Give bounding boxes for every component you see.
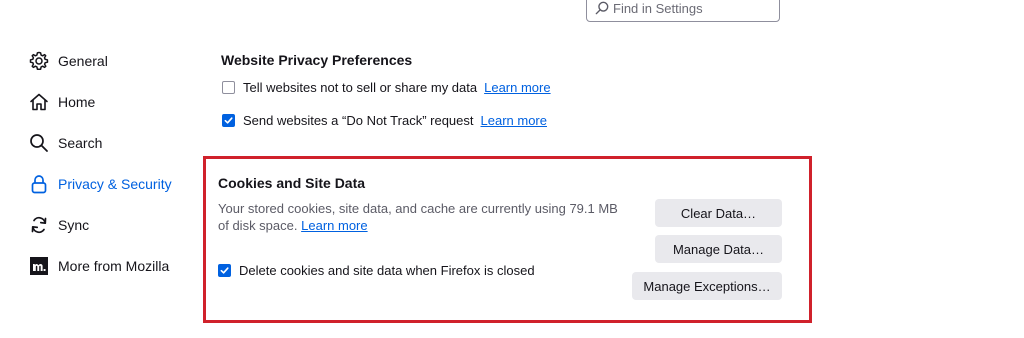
sidebar-nav: General Home Search Privacy & Security S…	[28, 49, 208, 295]
manage-data-button[interactable]: Manage Data…	[655, 235, 782, 263]
do-not-sell-label[interactable]: Tell websites not to sell or share my da…	[243, 80, 477, 95]
sidebar-item-label: Sync	[58, 217, 90, 233]
sync-icon	[28, 214, 50, 236]
sidebar-item-search[interactable]: Search	[28, 131, 208, 155]
sidebar-item-label: Privacy & Security	[58, 176, 172, 192]
gear-icon	[28, 50, 50, 72]
sidebar-item-home[interactable]: Home	[28, 90, 208, 114]
manage-exceptions-button[interactable]: Manage Exceptions…	[632, 272, 782, 300]
cookies-heading: Cookies and Site Data	[218, 175, 366, 191]
do-not-sell-checkbox[interactable]	[222, 81, 235, 94]
mozilla-icon	[28, 255, 50, 277]
clear-data-button[interactable]: Clear Data…	[655, 199, 782, 227]
do-not-sell-learn-more-link[interactable]: Learn more	[484, 80, 550, 95]
home-icon	[28, 91, 50, 113]
checkmark-icon	[220, 267, 229, 274]
search-icon	[595, 1, 609, 15]
sidebar-item-label: More from Mozilla	[58, 258, 170, 274]
do-not-sell-option: Tell websites not to sell or share my da…	[222, 80, 551, 95]
search-field[interactable]	[586, 0, 780, 22]
sidebar-item-more-from-mozilla[interactable]: More from Mozilla	[28, 254, 208, 278]
delete-on-close-option: Delete cookies and site data when Firefo…	[218, 263, 535, 278]
checkmark-icon	[224, 117, 233, 124]
sidebar-item-label: General	[58, 53, 108, 69]
sidebar-item-general[interactable]: General	[28, 49, 208, 73]
lock-icon	[28, 173, 50, 195]
search-input[interactable]	[613, 0, 773, 16]
sidebar-item-privacy-security[interactable]: Privacy & Security	[28, 172, 208, 196]
sidebar-item-label: Home	[58, 94, 96, 110]
sidebar-item-sync[interactable]: Sync	[28, 213, 208, 237]
delete-on-close-checkbox[interactable]	[218, 264, 231, 277]
sidebar-item-label: Search	[58, 135, 103, 151]
do-not-track-checkbox[interactable]	[222, 114, 235, 127]
do-not-track-learn-more-link[interactable]: Learn more	[481, 113, 547, 128]
do-not-track-option: Send websites a “Do Not Track” request L…	[222, 113, 547, 128]
cookies-usage-text: Your stored cookies, site data, and cach…	[218, 201, 618, 233]
privacy-prefs-heading: Website Privacy Preferences	[221, 52, 413, 68]
search-icon	[28, 132, 50, 154]
cookies-usage-description: Your stored cookies, site data, and cach…	[218, 200, 628, 234]
do-not-track-label[interactable]: Send websites a “Do Not Track” request	[243, 113, 474, 128]
cookies-learn-more-link[interactable]: Learn more	[301, 218, 367, 233]
delete-on-close-label[interactable]: Delete cookies and site data when Firefo…	[239, 263, 535, 278]
